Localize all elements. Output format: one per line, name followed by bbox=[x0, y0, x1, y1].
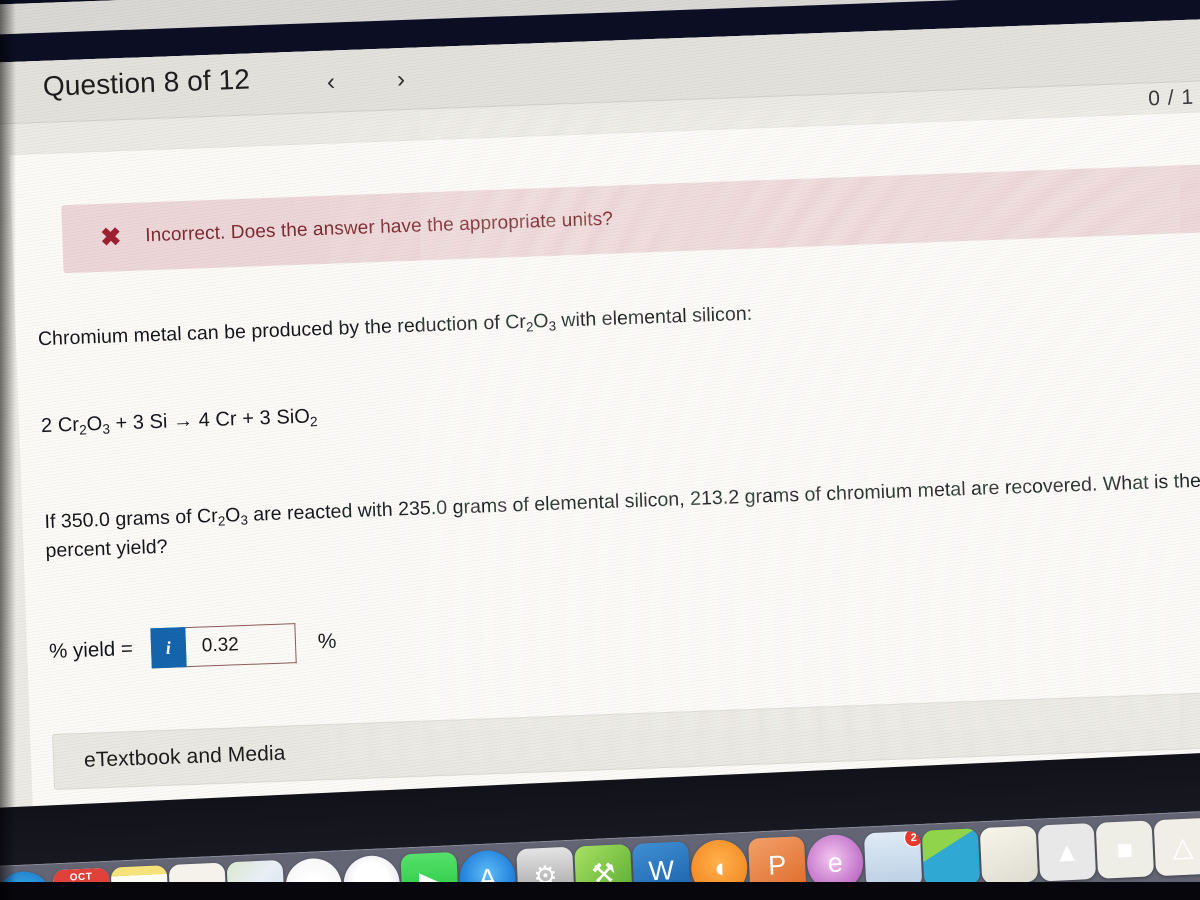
page-title: Question 8 of 12 bbox=[42, 63, 251, 102]
stickies-glyph: ■ bbox=[1116, 833, 1134, 865]
word-glyph: W bbox=[647, 854, 675, 886]
incorrect-feedback-banner: ✖ Incorrect. Does the answer have the ap… bbox=[61, 163, 1200, 274]
dock-icon-keynote[interactable]: △ bbox=[1153, 817, 1200, 877]
photographed-screen: ...00406925106#/question/7 Question 8 of… bbox=[0, 0, 1200, 900]
dock-icon-stickies[interactable]: ■ bbox=[1095, 820, 1155, 879]
equation-text: 2 Cr2O3 + 3 Si → 4 Cr + 3 SiO2 bbox=[40, 405, 318, 438]
chemical-equation: 2 Cr2O3 + 3 Si → 4 Cr + 3 SiO2 bbox=[41, 402, 318, 441]
percent-yield-input[interactable] bbox=[185, 623, 297, 668]
x-mark-icon: ✖ bbox=[99, 222, 122, 252]
ibooks-glyph: ◖ bbox=[710, 852, 729, 883]
answer-row: % yield = i % bbox=[48, 622, 337, 672]
accordion-label: eTextbook and Media bbox=[83, 741, 286, 772]
prompt-text: If 350.0 grams of Cr2O3 are reacted with… bbox=[44, 469, 1200, 562]
question-intro: Chromium metal can be produced by the re… bbox=[38, 286, 1168, 355]
page-content: Question 8 of 12 ‹ › 0 / 1 ✖ Incorrect. … bbox=[0, 17, 1200, 900]
question-card: ✖ Incorrect. Does the answer have the ap… bbox=[9, 109, 1200, 900]
chevron-right-icon[interactable]: › bbox=[388, 66, 413, 95]
score-row: 0 / 1 bbox=[1148, 84, 1200, 111]
yield-label: % yield = bbox=[48, 637, 134, 664]
info-icon-button[interactable]: i bbox=[150, 627, 187, 669]
percent-suffix: % bbox=[317, 629, 337, 654]
desk-surface bbox=[0, 882, 1200, 900]
notification-badge: 2 bbox=[903, 830, 923, 848]
internet-explorer-glyph: e bbox=[826, 846, 844, 878]
question-prompt: If 350.0 grams of Cr2O3 are reacted with… bbox=[44, 466, 1200, 565]
dock-icon-messenger[interactable] bbox=[921, 828, 981, 887]
feedback-message: Incorrect. Does the answer have the appr… bbox=[144, 208, 614, 247]
question-intro-text: Chromium metal can be produced by the re… bbox=[37, 302, 753, 351]
powerpoint-glyph: P bbox=[767, 849, 787, 881]
browser-window: ...00406925106#/question/7 Question 8 of… bbox=[0, 0, 1200, 900]
chevron-left-icon[interactable]: ‹ bbox=[318, 68, 343, 97]
dock-icon-vlc[interactable]: ▲ bbox=[1037, 822, 1097, 882]
score-value: 0 / 1 bbox=[1147, 85, 1195, 111]
vlc-glyph: ▲ bbox=[1052, 836, 1081, 868]
dock-icon-preview[interactable]: 2 bbox=[863, 830, 923, 890]
keynote-glyph: △ bbox=[1171, 831, 1194, 862]
dock-icon-excel[interactable] bbox=[979, 825, 1039, 885]
